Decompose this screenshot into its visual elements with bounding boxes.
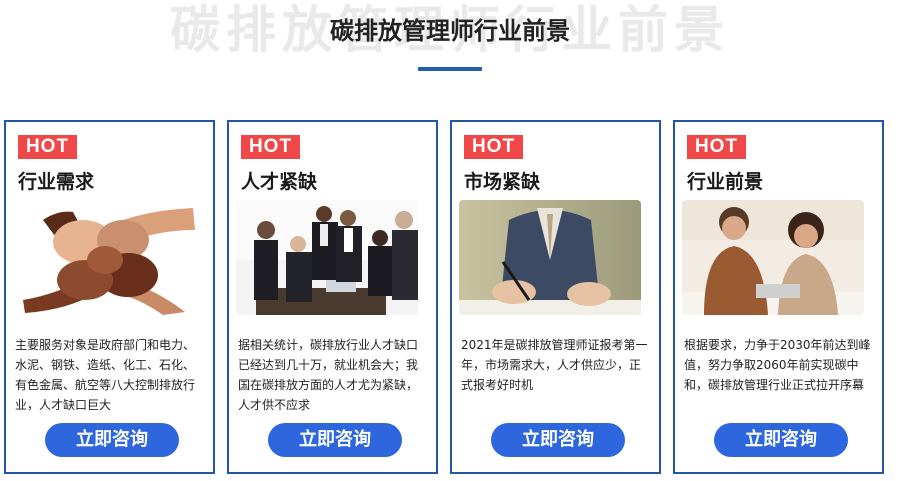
hot-badge: HOT (241, 135, 300, 159)
hot-badge: HOT (18, 135, 77, 159)
hot-badge: HOT (464, 135, 523, 159)
card-market-shortage: HOT 市场紧缺 2021年是碳排放管理师证报考第一年，市场需求大，人才供应少，… (450, 120, 661, 474)
hands-teamwork-photo (13, 200, 195, 315)
card-industry-outlook: HOT 行业前景 根据要求，力争于2030年前达到峰值，努力争取2060年前实现… (673, 120, 884, 474)
consult-button[interactable]: 立即咨询 (491, 423, 625, 457)
card-title: 市场紧缺 (464, 171, 541, 193)
section-title: 碳排放管理师行业前景 (330, 17, 570, 45)
card-description: 主要服务对象是政府部门和电力、水泥、钢铁、造纸、化工、石化、有色金属、航空等八大… (15, 338, 196, 412)
card-description: 根据要求，力争于2030年前达到峰值，努力争取2060年前实现碳中和，碳排放管理… (684, 338, 871, 392)
business-team-handshake-photo (236, 200, 418, 315)
card-title: 人才紧缺 (241, 171, 318, 193)
card-industry-demand: HOT 行业需求 主要服务对象是政府部门和电力、水泥、钢铁、造纸、化工、石化、有… (4, 120, 215, 474)
consult-button[interactable]: 立即咨询 (268, 423, 402, 457)
consult-button[interactable]: 立即咨询 (714, 423, 848, 457)
card-description: 2021年是碳排放管理师证报考第一年，市场需求大，人才供应少，正式报考好时机 (461, 338, 648, 392)
card-description: 据相关统计，碳排放行业人才缺口已经达到几十万，就业机会大；我国在碳排放方面的人才… (238, 338, 419, 412)
hot-badge: HOT (687, 135, 746, 159)
card-talent-shortage: HOT 人才紧缺 据相关统计，碳排放行业人才缺口已经达到几十万，就业机会大；我国… (227, 120, 438, 474)
consult-button[interactable]: 立即咨询 (45, 423, 179, 457)
title-underline (418, 67, 482, 71)
colleagues-laptop-photo (682, 200, 864, 315)
section-header: 碳排放管理师行业前景 碳排放管理师行业前景 (0, 0, 900, 80)
card-title: 行业需求 (18, 171, 95, 193)
card-title: 行业前景 (687, 171, 764, 193)
businessman-signing-photo (459, 200, 641, 315)
